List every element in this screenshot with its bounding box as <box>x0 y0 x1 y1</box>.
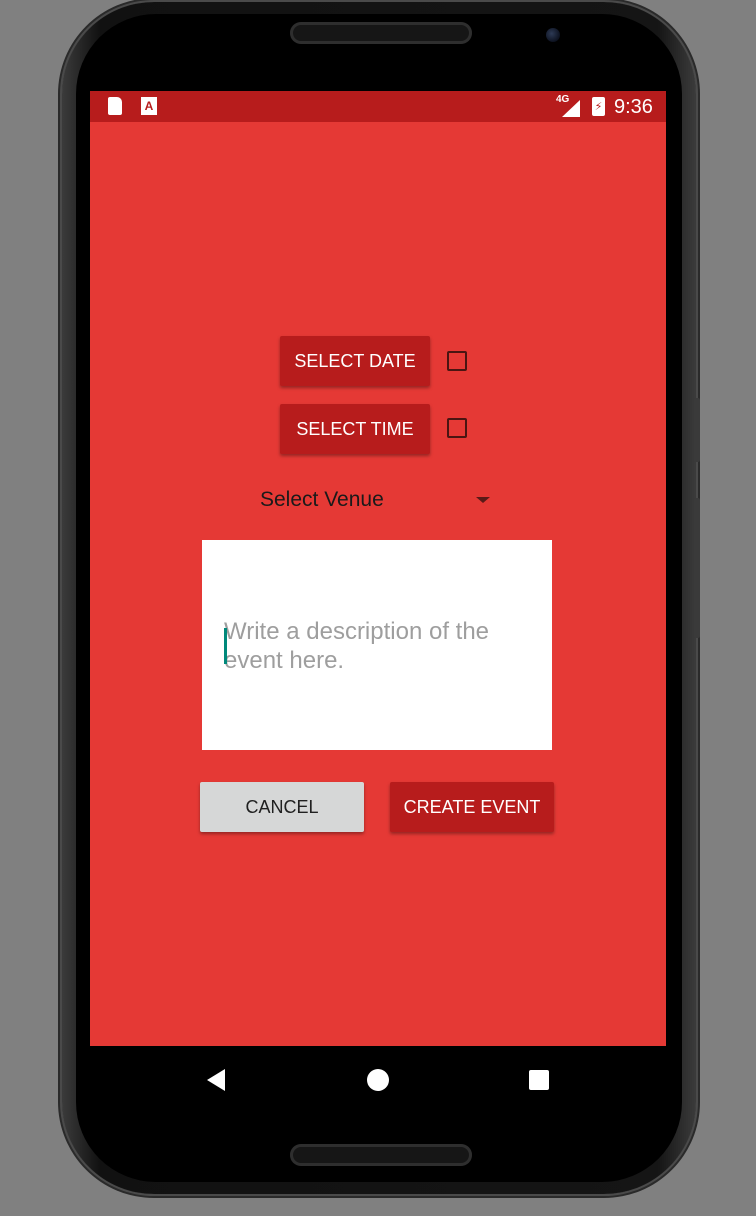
description-placeholder: Write a description of the event here. <box>224 618 490 674</box>
status-bar: A 4G ⚡ 9:36 <box>90 91 666 122</box>
select-time-button[interactable]: SELECT TIME <box>280 404 430 454</box>
text-cursor <box>224 628 227 664</box>
venue-spinner[interactable]: Select Venue <box>248 480 500 522</box>
signal-icon <box>562 100 580 117</box>
app-notification-icon: A <box>141 97 157 115</box>
navigation-bar <box>90 1046 668 1116</box>
power-button <box>694 398 700 462</box>
cancel-button[interactable]: CANCEL <box>200 782 364 832</box>
front-camera <box>546 28 560 42</box>
date-checkbox[interactable] <box>447 351 467 371</box>
earpiece-speaker <box>290 22 472 44</box>
battery-charging-icon: ⚡ <box>592 97 605 116</box>
venue-spinner-label: Select Venue <box>260 488 384 511</box>
back-icon[interactable] <box>207 1069 225 1091</box>
select-date-button[interactable]: SELECT DATE <box>280 336 430 386</box>
status-time: 9:36 <box>614 96 653 118</box>
time-checkbox[interactable] <box>447 418 467 438</box>
recents-icon[interactable] <box>529 1070 549 1090</box>
home-icon[interactable] <box>367 1069 389 1091</box>
volume-button <box>694 498 700 638</box>
create-event-button[interactable]: CREATE EVENT <box>390 782 554 832</box>
sd-card-icon <box>108 97 122 115</box>
bottom-speaker <box>290 1144 472 1166</box>
dropdown-arrow-icon <box>476 497 490 503</box>
